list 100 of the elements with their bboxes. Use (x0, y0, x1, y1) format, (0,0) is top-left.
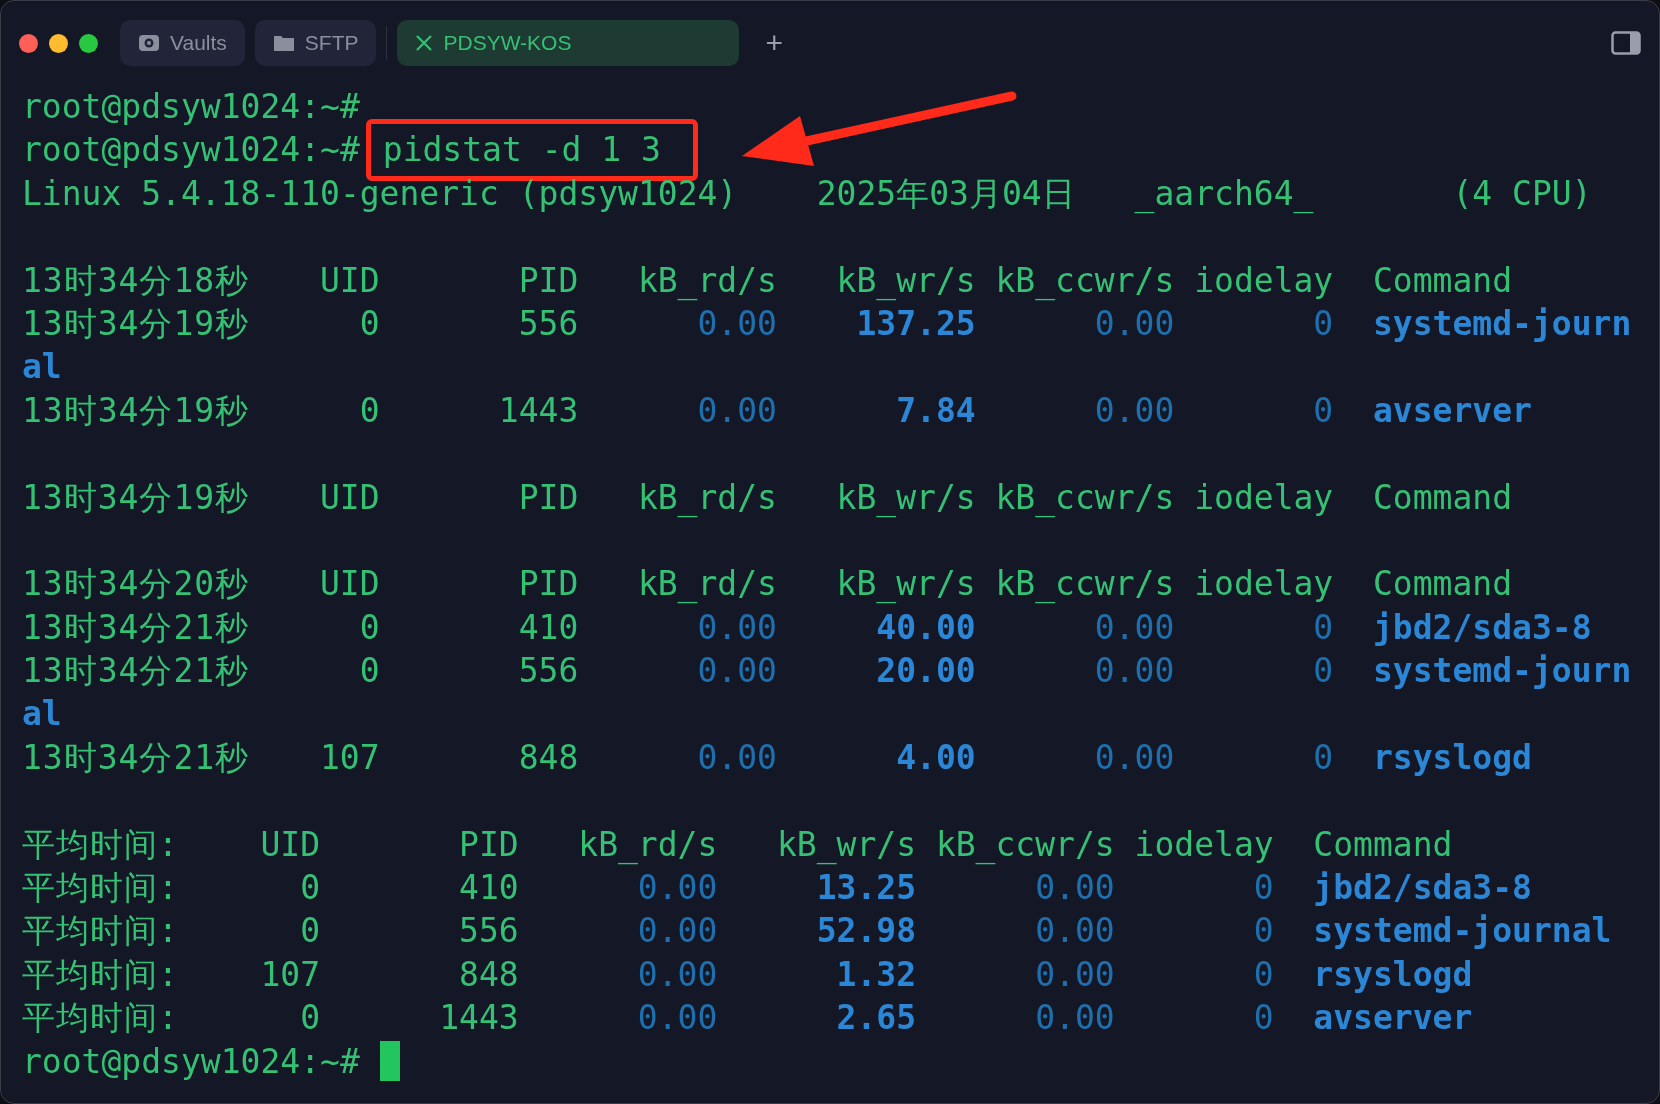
read-rate-cell-text: 0.00 (696, 650, 777, 693)
cancelled-write-cell-text: kB_ccwr/s (994, 563, 1175, 606)
read-rate-cell-text: 0.00 (696, 736, 777, 779)
tab-label: PDSYW-KOS (443, 31, 572, 55)
time-label: 13时34分19秒 (22, 476, 251, 519)
command-cell-text: al (22, 693, 62, 736)
time-label: 平均时间: (22, 823, 180, 866)
close-window-button[interactable] (19, 33, 38, 53)
write-rate-cell-text: kB_wr/s (775, 823, 916, 867)
iodelay-cell-text: 0 (1312, 736, 1334, 779)
command-cell-text: avserver (1372, 389, 1532, 432)
write-rate-cell-text: 20.00 (875, 650, 976, 693)
pid-cell-text: 1443 (438, 997, 519, 1040)
command-cell-text: systemd-journ (1372, 302, 1632, 345)
command-cell-text: Command (1313, 823, 1453, 866)
read-rate-cell-text: 0.00 (636, 867, 718, 910)
system-info-text: (4 CPU) (1452, 172, 1592, 215)
close-icon[interactable] (415, 34, 434, 52)
pid-cell-text: 410 (517, 606, 579, 649)
command-cell-text: al (22, 346, 62, 389)
iodelay-cell-text: 0 (1252, 867, 1274, 910)
shell-prompt: root@pdsyw1024:~# (22, 86, 360, 128)
sidebar-toggle-icon[interactable] (1611, 31, 1641, 55)
tab[interactable]: Vaults (120, 20, 245, 66)
command-cell-text: avserver (1313, 997, 1473, 1040)
uid-cell-text: UID (319, 259, 380, 302)
cancelled-write-cell-text: 0.00 (1034, 997, 1115, 1040)
time-label: 13时34分19秒 (22, 389, 251, 432)
iodelay-cell-text: 0 (1312, 650, 1334, 693)
command-cell-text: jbd2/sda3-8 (1313, 867, 1532, 910)
pid-cell-text: PID (517, 259, 579, 302)
tab-label: SFTP (304, 31, 359, 55)
tab-label: Vaults (170, 31, 227, 55)
time-label: 平均时间: (22, 997, 180, 1040)
uid-cell-text: 0 (299, 910, 320, 953)
command-cell-text: rsyslogd (1372, 736, 1532, 779)
read-rate-cell-text: kB_rd/s (577, 823, 718, 867)
read-rate-cell-text: 0.00 (696, 606, 777, 649)
write-rate-cell-text: 52.98 (815, 910, 916, 953)
time-label: 13时34分19秒 (22, 302, 251, 345)
time-label: 13时34分21秒 (22, 736, 251, 779)
write-rate-cell-text: 7.84 (895, 389, 976, 432)
tab[interactable]: PDSYW-KOS (397, 20, 740, 66)
time-label: 平均时间: (22, 867, 180, 910)
write-rate-cell-text: 40.00 (875, 606, 976, 649)
command-cell-text: systemd-journal (1313, 910, 1612, 953)
cancelled-write-cell-text: 0.00 (1093, 389, 1175, 432)
iodelay-cell-text: iodelay (1133, 823, 1274, 866)
cancelled-write-cell-text: 0.00 (1093, 650, 1175, 693)
time-label: 13时34分18秒 (22, 259, 251, 302)
write-rate-cell-text: 137.25 (855, 302, 976, 345)
shell-prompt: root@pdsyw1024:~# (22, 1040, 360, 1083)
command-cell-text: jbd2/sda3-8 (1372, 606, 1592, 649)
cancelled-write-cell-text: kB_ccwr/s (994, 259, 1175, 302)
uid-cell-text: 0 (358, 650, 380, 693)
new-tab-button[interactable]: + (765, 26, 783, 60)
pid-cell-text: 556 (458, 910, 519, 953)
system-info-text: _aarch64_ (1134, 172, 1315, 216)
vault-icon (138, 32, 160, 54)
write-rate-cell-text: kB_wr/s (835, 476, 976, 519)
zoom-window-button[interactable] (79, 33, 98, 53)
cancelled-write-cell-text: 0.00 (1093, 606, 1175, 649)
write-rate-cell-text: kB_wr/s (835, 259, 976, 302)
read-rate-cell-text: 0.00 (636, 997, 718, 1040)
uid-cell-text: 107 (319, 736, 380, 779)
write-rate-cell-text: 13.25 (815, 867, 916, 910)
command-cell-text: systemd-journ (1372, 650, 1632, 693)
uid-cell-text: 0 (358, 606, 380, 649)
cancelled-write-cell-text: kB_ccwr/s (994, 476, 1175, 519)
uid-cell-text: UID (259, 823, 320, 866)
time-label: 13时34分21秒 (22, 650, 251, 693)
cancelled-write-cell-text: 0.00 (1093, 736, 1175, 779)
iodelay-cell-text: 0 (1252, 997, 1274, 1040)
write-rate-cell-text: 1.32 (835, 953, 916, 996)
iodelay-cell-text: 0 (1252, 910, 1274, 953)
pid-cell-text: 556 (517, 650, 579, 693)
iodelay-cell-text: 0 (1312, 389, 1334, 432)
read-rate-cell-text: kB_rd/s (636, 563, 777, 606)
pid-cell-text: PID (517, 476, 579, 519)
cancelled-write-cell-text: 0.00 (1093, 302, 1175, 345)
pid-cell-text: 410 (458, 867, 519, 910)
uid-cell-text: 0 (358, 302, 380, 345)
pid-cell-text: 848 (517, 736, 579, 779)
iodelay-cell-text: iodelay (1193, 476, 1334, 519)
iodelay-cell-text: iodelay (1193, 259, 1334, 302)
tab[interactable]: SFTP (254, 20, 377, 66)
iodelay-cell-text: 0 (1312, 606, 1334, 649)
command-cell-text: Command (1372, 563, 1513, 606)
read-rate-cell-text: 0.00 (636, 953, 718, 996)
minimize-window-button[interactable] (49, 33, 68, 53)
pid-cell-text: 556 (517, 302, 579, 345)
uid-cell-text: UID (319, 563, 380, 606)
folder-icon (272, 34, 295, 52)
uid-cell-text: 107 (259, 953, 320, 996)
time-label: 13时34分21秒 (22, 606, 251, 649)
write-rate-cell-text: kB_wr/s (835, 563, 976, 606)
read-rate-cell-text: kB_rd/s (636, 476, 777, 519)
cancelled-write-cell-text: 0.00 (1034, 953, 1115, 996)
write-rate-cell-text: 2.65 (835, 997, 916, 1040)
write-rate-cell-text: 4.00 (895, 736, 976, 779)
